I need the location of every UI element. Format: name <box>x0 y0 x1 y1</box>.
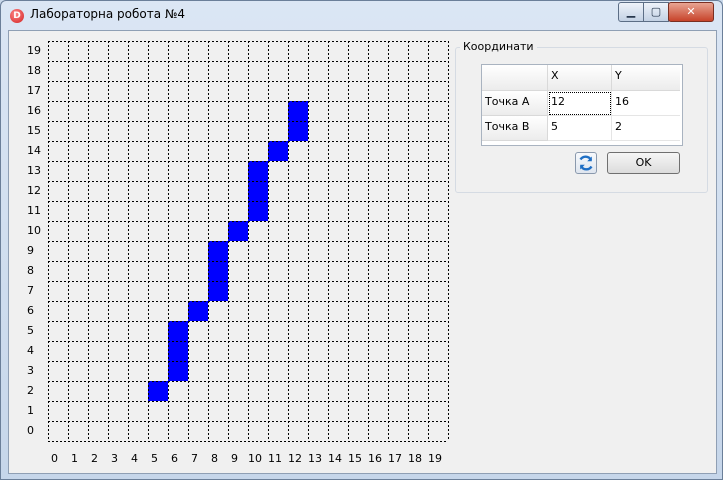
y-axis-label: 3 <box>27 364 34 377</box>
app-window: D Лабораторна робота №4 ▁ ▢ ✕ 0123456789… <box>0 0 723 480</box>
row-header-point-a: Точка A <box>482 91 548 116</box>
filled-cell <box>208 261 228 281</box>
y-axis-label: 19 <box>27 44 41 57</box>
filled-cell <box>188 301 208 321</box>
filled-cell <box>148 381 168 401</box>
y-axis-label: 13 <box>27 164 41 177</box>
coordinates-table: X Y Точка A 12 16 Точка B 5 2 <box>481 64 683 146</box>
y-axis-label: 2 <box>27 384 34 397</box>
point-b-x-cell[interactable]: 5 <box>548 116 612 141</box>
client-area: 0 1 2 3 4 5 6 7 8 9 10 11 12 13 14 15 16 17 18 19 0 1 2 3 4 5 6 7 8 9… <box>8 30 717 474</box>
x-axis-label: 15 <box>348 452 362 465</box>
refresh-icon <box>579 155 593 171</box>
y-axis-label: 11 <box>27 204 41 217</box>
y-axis-label: 1 <box>27 404 34 417</box>
y-axis-label: 18 <box>27 64 41 77</box>
x-axis-label: 9 <box>231 452 238 465</box>
x-axis-label: 5 <box>151 452 158 465</box>
x-axis-label: 12 <box>288 452 302 465</box>
x-axis-label: 10 <box>248 452 262 465</box>
y-axis-label: 6 <box>27 304 34 317</box>
filled-cell <box>248 161 268 181</box>
window-title: Лабораторна робота №4 <box>30 7 186 21</box>
x-axis-label: 2 <box>91 452 98 465</box>
maximize-button[interactable]: ▢ <box>643 2 669 22</box>
x-axis-label: 6 <box>171 452 178 465</box>
column-header-x: X <box>548 65 612 91</box>
filled-cell <box>248 181 268 201</box>
x-axis-label: 14 <box>328 452 342 465</box>
x-axis-label: 3 <box>111 452 118 465</box>
y-axis-label: 0 <box>27 424 34 437</box>
x-axis-label: 16 <box>368 452 382 465</box>
refresh-button[interactable] <box>575 152 597 174</box>
x-axis-label: 4 <box>131 452 138 465</box>
row-header-point-b: Точка B <box>482 116 548 141</box>
y-axis-label: 12 <box>27 184 41 197</box>
y-axis-label: 15 <box>27 124 41 137</box>
y-axis-label: 7 <box>27 284 34 297</box>
pixel-grid[interactable] <box>9 31 449 473</box>
filled-cell <box>168 341 188 361</box>
y-axis-label: 10 <box>27 224 41 237</box>
y-axis-label: 5 <box>27 324 34 337</box>
x-axis-label: 13 <box>308 452 322 465</box>
filled-cell <box>228 221 248 241</box>
filled-cell <box>168 361 188 381</box>
filled-cell <box>268 141 288 161</box>
y-axis-label: 9 <box>27 244 34 257</box>
point-b-y-cell[interactable]: 2 <box>612 116 680 141</box>
x-axis-label: 7 <box>191 452 198 465</box>
filled-cell <box>288 101 308 121</box>
close-button[interactable]: ✕ <box>668 2 714 22</box>
point-a-x-cell[interactable]: 12 <box>548 91 612 116</box>
title-bar: D Лабораторна робота №4 ▁ ▢ ✕ <box>1 1 722 29</box>
x-axis-label: 18 <box>408 452 422 465</box>
filled-cell <box>288 121 308 141</box>
y-axis-label: 16 <box>27 104 41 117</box>
table-corner-header <box>482 65 548 91</box>
filled-cell <box>208 281 228 301</box>
x-axis-label: 11 <box>268 452 282 465</box>
y-axis-label: 4 <box>27 344 34 357</box>
x-axis-label: 8 <box>211 452 218 465</box>
y-axis-label: 8 <box>27 264 34 277</box>
column-header-y: Y <box>612 65 680 91</box>
filled-cell <box>168 321 188 341</box>
y-axis-label: 14 <box>27 144 41 157</box>
x-axis-label: 0 <box>51 452 58 465</box>
coordinates-group-title: Координати <box>460 40 537 53</box>
x-axis-label: 17 <box>388 452 402 465</box>
ok-button[interactable]: OK <box>607 152 680 174</box>
minimize-button[interactable]: ▁ <box>618 2 644 22</box>
filled-cell <box>208 241 228 261</box>
filled-cell <box>248 201 268 221</box>
x-axis-label: 19 <box>428 452 442 465</box>
point-a-y-cell[interactable]: 16 <box>612 91 680 116</box>
x-axis-label: 1 <box>71 452 78 465</box>
y-axis-label: 17 <box>27 84 41 97</box>
app-icon: D <box>10 9 24 23</box>
